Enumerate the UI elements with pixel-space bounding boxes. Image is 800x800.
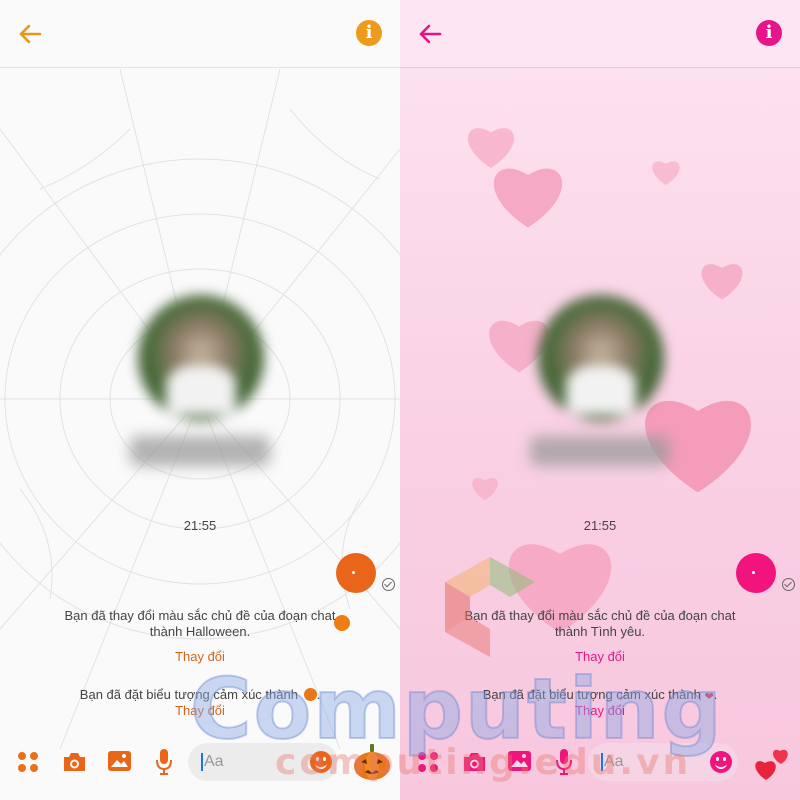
pumpkin-icon (303, 688, 317, 701)
halloween-chat-panel: i 21:55 Bạn đã thay đổi màu sắc chủ đề c… (0, 0, 400, 800)
change-emoji-link[interactable]: Thay đổi (400, 703, 800, 718)
text-cursor (201, 753, 203, 771)
heart-decoration-icon (652, 161, 680, 185)
heart-decoration-icon (472, 478, 498, 501)
sent-message-bubble[interactable] (336, 553, 376, 593)
hearts-reaction-icon[interactable] (752, 742, 792, 782)
contact-avatar[interactable] (138, 295, 264, 421)
message-dot (352, 571, 355, 574)
seen-check-icon (782, 578, 795, 591)
message-timestamp: 21:55 (583, 518, 617, 533)
emoji-change-text: Bạn đã đặt biểu tượng cảm xúc thành (79, 687, 298, 702)
theme-change-notice: Bạn đã thay đổi màu sắc chủ đề của đoạn … (64, 608, 336, 639)
back-arrow-icon[interactable] (14, 18, 46, 50)
change-theme-link[interactable]: Thay đổi (0, 649, 400, 664)
message-composer: Aa (400, 738, 800, 788)
microphone-icon[interactable] (555, 748, 573, 776)
photo-icon[interactable] (507, 750, 532, 772)
apps-icon[interactable] (418, 752, 440, 774)
heart-decoration-icon (701, 264, 743, 300)
message-timestamp: 21:55 (183, 518, 217, 533)
emoji-smile-icon[interactable] (710, 751, 732, 773)
contact-name-blurred (530, 436, 670, 466)
contact-avatar[interactable] (538, 295, 664, 421)
info-icon[interactable]: i (756, 20, 782, 46)
info-icon[interactable]: i (356, 20, 382, 46)
camera-icon[interactable] (462, 751, 487, 773)
change-emoji-link[interactable]: Thay đổi (0, 703, 400, 718)
header-bar: i (0, 0, 400, 68)
theme-change-notice: Bạn đã thay đổi màu sắc chủ đề của đoạn … (464, 608, 736, 639)
message-dot (752, 571, 755, 574)
emoji-change-end: . (316, 687, 321, 702)
heart-decoration-icon (493, 168, 563, 228)
contact-name-blurred (130, 436, 270, 466)
back-arrow-icon[interactable] (414, 18, 446, 50)
emoji-change-text: Bạn đã đặt biểu tượng cảm xúc thành (482, 687, 701, 702)
microphone-icon[interactable] (155, 748, 173, 776)
love-chat-panel: i 21:55 Bạn đã thay đổi màu sắc chủ đề c… (400, 0, 800, 800)
sent-message-bubble[interactable] (736, 553, 776, 593)
message-composer: Aa (0, 738, 400, 788)
input-placeholder: Aa (204, 753, 224, 770)
photo-icon[interactable] (107, 750, 132, 772)
header-bar: i (400, 0, 800, 68)
apps-icon[interactable] (18, 752, 40, 774)
input-placeholder: Aa (604, 753, 624, 770)
emoji-change-end: . (713, 687, 718, 702)
seen-check-icon (382, 578, 395, 591)
emoji-change-notice: Bạn đã đặt biểu tượng cảm xúc thành . (50, 687, 350, 703)
emoji-smile-icon[interactable] (310, 751, 332, 773)
change-theme-link[interactable]: Thay đổi (400, 649, 800, 664)
pumpkin-reaction-icon[interactable] (352, 742, 392, 782)
camera-icon[interactable] (62, 751, 87, 773)
text-cursor (601, 753, 603, 771)
